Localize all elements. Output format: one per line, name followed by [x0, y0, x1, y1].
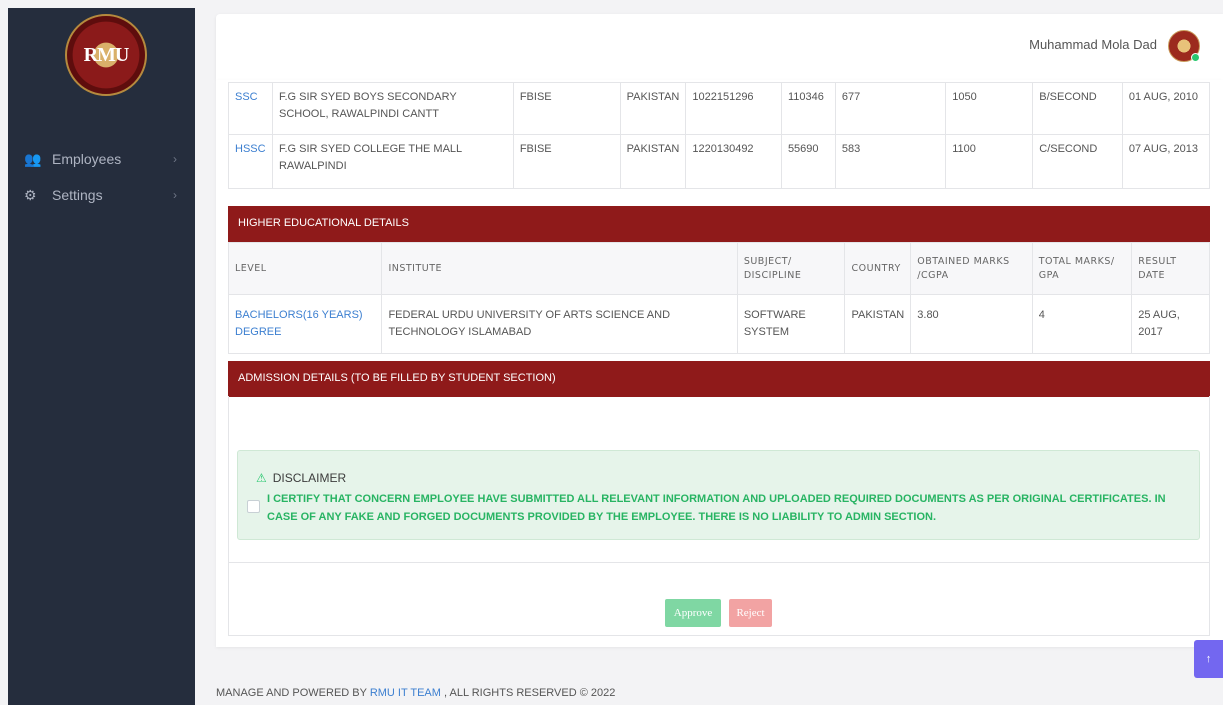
country-cell: PAKISTAN	[619, 134, 687, 189]
chevron-right-icon: ›	[173, 188, 177, 202]
column-header-obtained: OBTAINED MARKS /CGPA	[910, 242, 1033, 295]
disclaimer-box: ⚠ DISCLAIMER I CERTIFY THAT CONCERN EMPLO…	[237, 450, 1200, 540]
obtained-marks-cell: 677	[834, 82, 947, 135]
table-header-row: LEVEL INSTITUTE SUBJECT/ DISCIPLINE COUN…	[227, 242, 1210, 295]
user-name[interactable]: Muhammad Mola Dad	[1029, 37, 1157, 52]
divider	[228, 562, 1210, 563]
country-cell: PAKISTAN	[844, 294, 912, 354]
disclaimer-text: I CERTIFY THAT CONCERN EMPLOYEE HAVE SUB…	[267, 493, 1166, 523]
footer-suffix: , ALL RIGHTS RESERVED © 2022	[440, 687, 616, 699]
roll-number-cell: 1220130492	[685, 134, 782, 189]
total-marks-cell: 4	[1031, 294, 1133, 354]
result-date-cell: 01 AUG, 2010	[1121, 82, 1211, 135]
sidebar-item-employees[interactable]: 👥 Employees ›	[8, 147, 195, 171]
column-header-subject: SUBJECT/ DISCIPLINE	[736, 242, 846, 295]
total-marks-cell: 1050	[945, 82, 1034, 135]
footer: MANAGE AND POWERED BY RMU IT TEAM , ALL …	[216, 687, 615, 699]
total-marks-cell: 1100	[945, 134, 1034, 189]
higher-education-table: LEVEL INSTITUTE SUBJECT/ DISCIPLINE COUN…	[227, 242, 1210, 354]
table-row: HSSC F.G SIR SYED COLLEGE THE MALL RAWAL…	[228, 134, 1211, 189]
top-navbar: Muhammad Mola Dad	[216, 14, 1223, 80]
column-header-institute: INSTITUTE	[381, 242, 738, 295]
higher-education-header: HIGHER EDUCATIONAL DETAILS	[228, 206, 1210, 242]
admission-header: ADMISSION DETAILS (TO BE FILLED BY STUDE…	[228, 361, 1210, 397]
board-cell: FBISE	[512, 82, 621, 135]
table-row: SSC F.G SIR SYED BOYS SECONDARY SCHOOL, …	[228, 82, 1211, 135]
higher-education-section: LEVEL INSTITUTE SUBJECT/ DISCIPLINE COUN…	[227, 242, 1210, 354]
obtained-marks-cell: 583	[834, 134, 947, 189]
obtained-marks-cell: 3.80	[910, 294, 1033, 354]
chevron-right-icon: ›	[173, 152, 177, 166]
subject-cell: SOFTWARE SYSTEM	[736, 294, 846, 354]
disclaimer-title-text: DISCLAIMER	[272, 471, 347, 485]
institute-cell: FEDERAL URDU UNIVERSITY OF ARTS SCIENCE …	[381, 294, 738, 354]
column-header-total: TOTAL MARKS/ GPA	[1031, 242, 1133, 295]
reject-button[interactable]: Reject	[729, 599, 772, 627]
arrow-up-icon: ↑	[1205, 653, 1212, 665]
online-status-dot	[1191, 53, 1200, 62]
sidebar-item-label: Settings	[52, 187, 103, 203]
footer-link[interactable]: RMU IT TEAM	[370, 687, 441, 699]
approve-button[interactable]: Approve	[665, 599, 721, 627]
column-header-level: LEVEL	[227, 242, 383, 295]
table-row: BACHELORS(16 YEARS) DEGREE FEDERAL URDU …	[227, 294, 1210, 354]
level-cell[interactable]: HSSC	[228, 134, 273, 189]
level-cell[interactable]: BACHELORS(16 YEARS) DEGREE	[227, 294, 383, 354]
avatar[interactable]	[1168, 30, 1200, 62]
grade-cell: B/SECOND	[1032, 82, 1123, 135]
column-header-result-date: RESULT DATE	[1131, 242, 1210, 295]
section-title: HIGHER EDUCATIONAL DETAILS	[238, 217, 409, 229]
country-cell: PAKISTAN	[619, 82, 687, 135]
sidebar-item-settings[interactable]: ⚙ Settings ›	[8, 183, 195, 207]
sidebar-item-label: Employees	[52, 151, 122, 167]
roll-number-cell: 1022151296	[685, 82, 782, 135]
institute-cell: F.G SIR SYED BOYS SECONDARY SCHOOL, RAWA…	[271, 82, 514, 135]
secondary-education-table: SSC F.G SIR SYED BOYS SECONDARY SCHOOL, …	[228, 82, 1211, 189]
logo-text: RMU	[83, 43, 130, 66]
gear-icon: ⚙	[24, 186, 37, 203]
disclaimer-title: ⚠ DISCLAIMER	[256, 471, 346, 485]
users-icon: 👥	[24, 150, 42, 167]
sidebar: RMU 👥 Employees › ⚙ Settings ›	[8, 8, 195, 705]
section-title: ADMISSION DETAILS (TO BE FILLED BY STUDE…	[238, 372, 556, 384]
level-cell[interactable]: SSC	[228, 82, 273, 135]
institute-cell: F.G SIR SYED COLLEGE THE MALL RAWALPINDI	[271, 134, 514, 189]
registration-cell: 110346	[780, 82, 836, 135]
result-date-cell: 25 AUG, 2017	[1131, 294, 1210, 354]
scroll-to-top-button[interactable]: ↑	[1194, 640, 1223, 678]
result-date-cell: 07 AUG, 2013	[1121, 134, 1211, 189]
certify-checkbox[interactable]	[247, 500, 260, 513]
secondary-education-section: SSC F.G SIR SYED BOYS SECONDARY SCHOOL, …	[228, 82, 1211, 189]
grade-cell: C/SECOND	[1032, 134, 1123, 189]
footer-prefix: MANAGE AND POWERED BY	[216, 687, 370, 699]
board-cell: FBISE	[512, 134, 621, 189]
university-logo[interactable]: RMU	[65, 14, 147, 96]
warning-icon: ⚠	[256, 471, 267, 485]
registration-cell: 55690	[780, 134, 836, 189]
column-header-country: COUNTRY	[844, 242, 912, 295]
